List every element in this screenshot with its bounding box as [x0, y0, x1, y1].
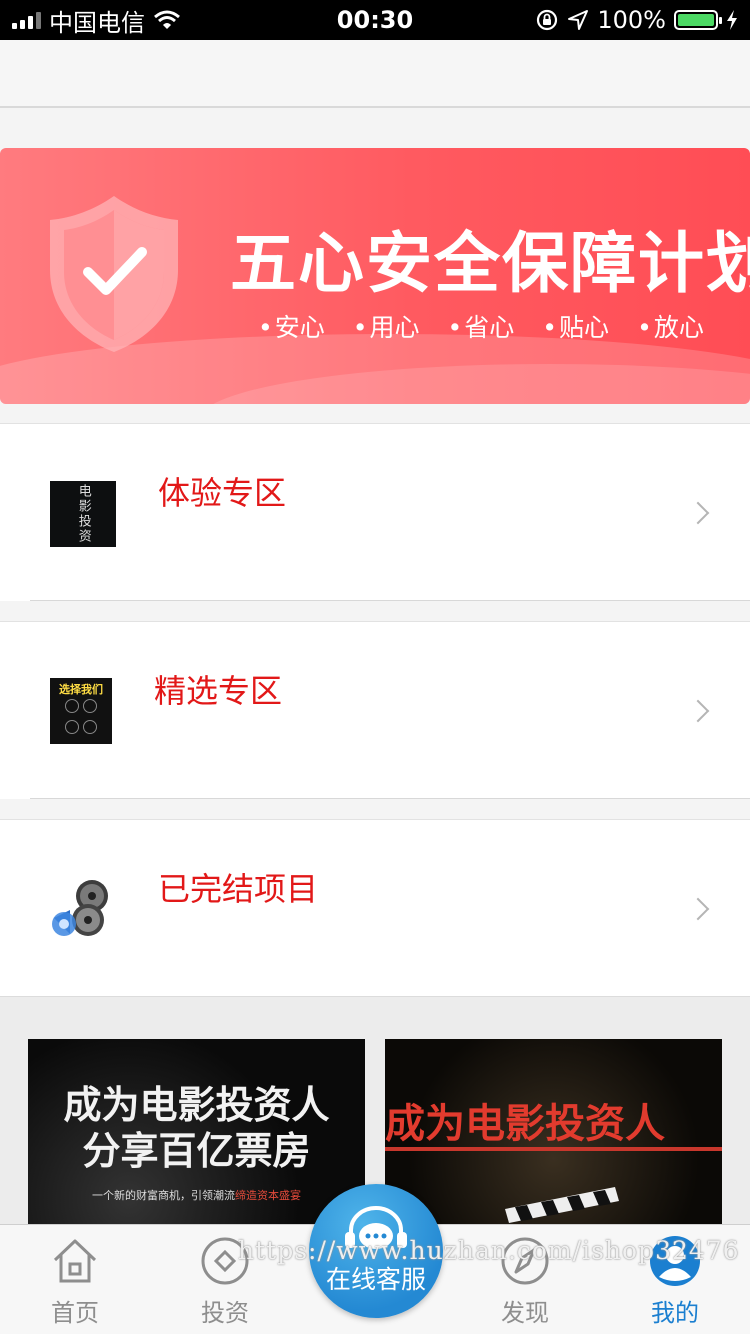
- chevron-right-icon: [686, 897, 710, 921]
- list-item-label: 体验专区: [158, 474, 287, 512]
- tab-label: 我的: [651, 1299, 699, 1327]
- banner-tag: 放心: [637, 308, 704, 344]
- home-icon: [53, 1239, 97, 1283]
- select-poster-thumb: 选择我们: [50, 678, 112, 744]
- tab-home[interactable]: 首页: [0, 1225, 150, 1334]
- banner-tag: 省心: [448, 308, 514, 344]
- shield-check-icon: [50, 196, 178, 352]
- promo-card[interactable]: 成为电影投资人 分享百亿票房 一个新的财富商机，引领潮流缔造资本盛宴: [28, 1039, 365, 1239]
- list-item-label: 已完结项目: [158, 870, 319, 908]
- promo-title: 成为电影投资人: [385, 1100, 665, 1147]
- service-label: 在线客服: [325, 1265, 426, 1294]
- rotation-lock-icon: [537, 9, 558, 31]
- status-bar: 中国电信 00:30 100%: [0, 0, 750, 40]
- promo-title-line: 分享百亿票房: [82, 1128, 311, 1173]
- charging-icon: [727, 10, 737, 30]
- list-item-trial-zone[interactable]: 电影投资 体验专区: [0, 423, 750, 601]
- safety-banner[interactable]: 五心安全保障计划 安心 用心 省心 贴心 放心: [0, 148, 750, 404]
- battery-icon: [674, 10, 722, 30]
- chevron-right-icon: [686, 501, 710, 525]
- promo-title-line: 成为电影投资人: [63, 1083, 330, 1127]
- banner-tag: 用心: [353, 308, 420, 344]
- banner-tag: 安心: [258, 308, 325, 344]
- signal-icon: [12, 11, 41, 29]
- banner-tags: 安心 用心 省心 贴心 放心: [258, 308, 704, 344]
- film-reel-icon: [52, 880, 108, 936]
- nav-header: [0, 40, 750, 108]
- tab-label: 首页: [51, 1299, 99, 1327]
- promo-subtitle: 一个新的财富商机，引领潮流缔造资本盛宴: [92, 1189, 301, 1202]
- list-item-completed-projects[interactable]: 已完结项目: [0, 819, 750, 997]
- promo-card[interactable]: 成为电影投资人: [385, 1039, 722, 1239]
- wifi-icon: [154, 10, 180, 29]
- chevron-right-icon: [686, 699, 710, 723]
- carrier-name: 中国电信: [49, 8, 145, 37]
- list-item-label: 精选专区: [154, 672, 283, 710]
- banner-tag: 贴心: [542, 308, 609, 344]
- battery-percent: 100%: [597, 6, 666, 34]
- movie-poster-thumb: 电影投资: [50, 481, 116, 547]
- list-item-featured-zone[interactable]: 选择我们 精选专区: [0, 621, 750, 799]
- watermark-text: https://www.huzhan.com/ishop32476: [238, 1236, 740, 1265]
- tab-label: 投资: [201, 1299, 249, 1327]
- banner-title: 五心安全保障计划: [230, 225, 750, 302]
- tab-label: 发现: [501, 1299, 549, 1327]
- location-icon: [568, 10, 589, 30]
